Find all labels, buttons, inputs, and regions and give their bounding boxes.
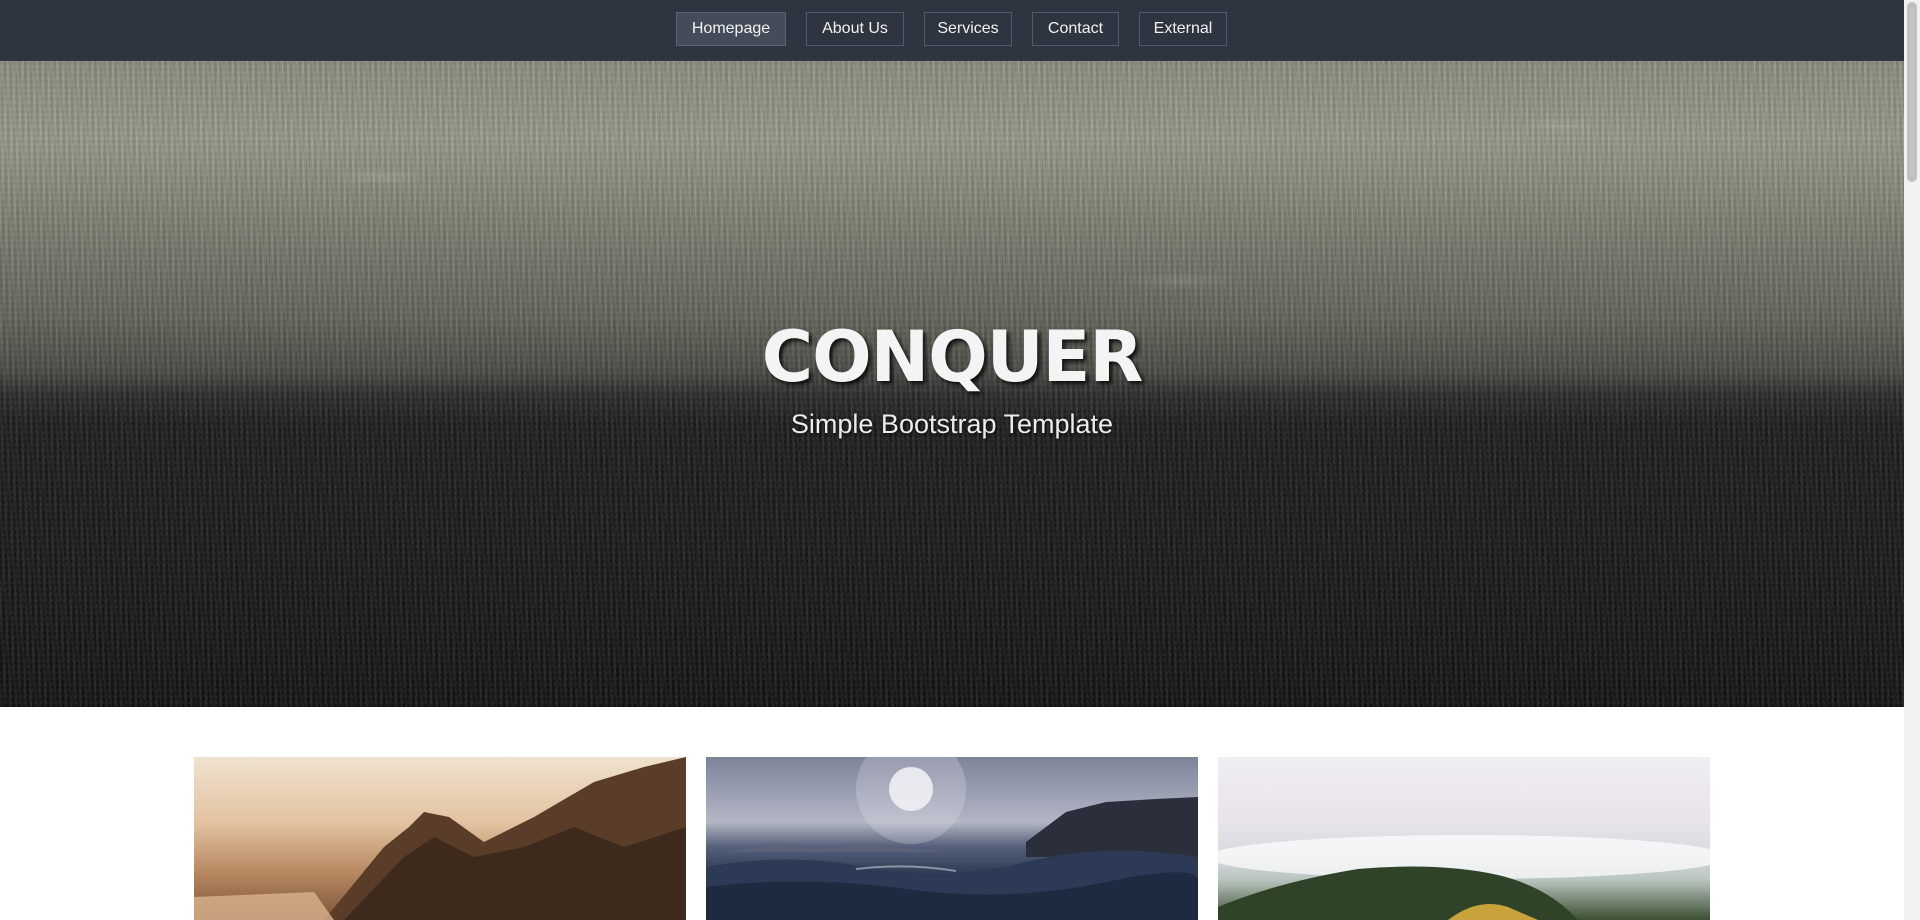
nav-item-external[interactable]: External	[1139, 12, 1227, 46]
foggy-forest-hill-tent-photo	[1218, 835, 1710, 920]
nav-list: Homepage About Us Services Contact Exter…	[0, 0, 1904, 61]
ocean-waves-sun-photo	[706, 757, 1198, 920]
vertical-scrollbar[interactable]	[1904, 0, 1920, 920]
scrollbar-thumb[interactable]	[1907, 2, 1917, 182]
hero-background-ground	[0, 401, 1904, 707]
nav-item-about-us[interactable]: About Us	[806, 12, 904, 46]
card-image-coast[interactable]	[194, 757, 686, 920]
card-image-ocean[interactable]	[706, 757, 1198, 920]
nav-item-contact[interactable]: Contact	[1032, 12, 1119, 46]
card-image-forest[interactable]	[1218, 757, 1710, 920]
page: Homepage About Us Services Contact Exter…	[0, 0, 1904, 920]
navbar: Homepage About Us Services Contact Exter…	[0, 0, 1904, 62]
nav-item-services[interactable]: Services	[924, 12, 1012, 46]
nav-item-homepage[interactable]: Homepage	[676, 12, 786, 46]
coastal-mountain-sunset-photo	[194, 757, 686, 920]
hero-title: CONQUER	[761, 316, 1144, 398]
hero-subtitle: Simple Bootstrap Template	[790, 409, 1114, 439]
hero-banner: CONQUER Simple Bootstrap Template	[0, 61, 1904, 707]
